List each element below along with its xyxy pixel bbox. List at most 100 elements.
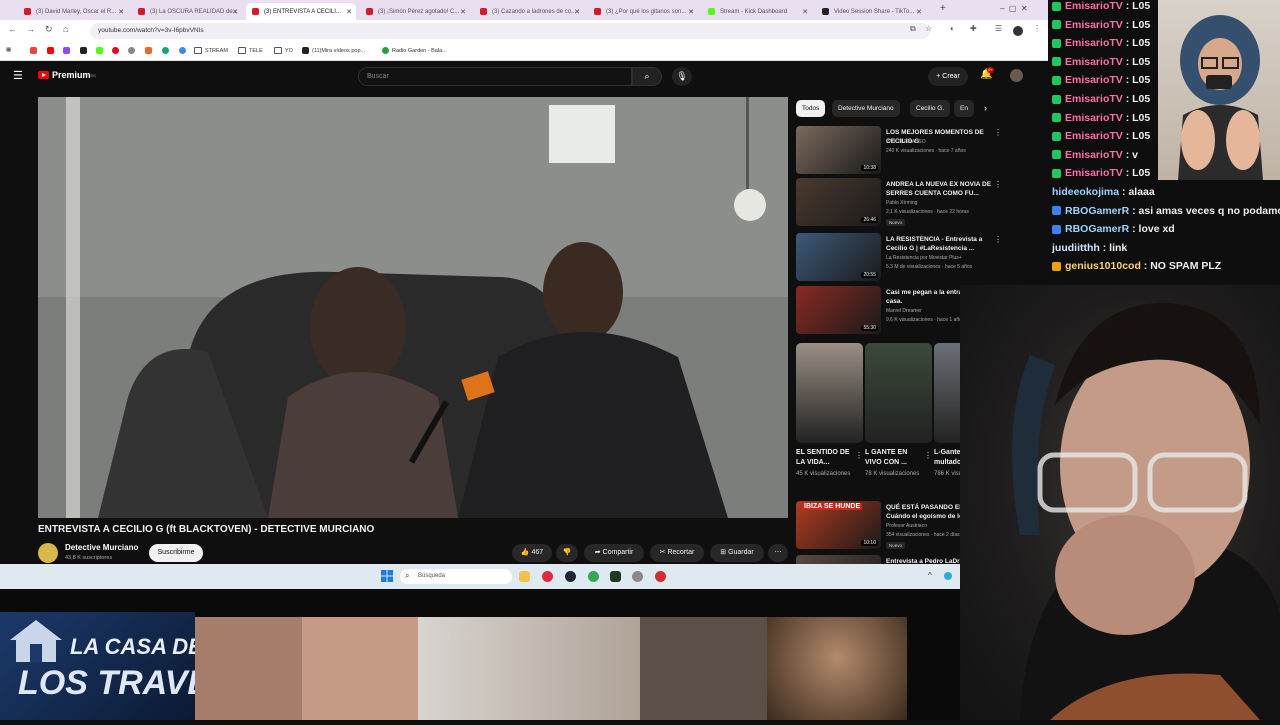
extensions-puzzle-icon[interactable]: ✚ bbox=[970, 24, 977, 33]
search-button[interactable]: ⌕ bbox=[632, 67, 662, 86]
tab-close-icon[interactable]: ✕ bbox=[688, 8, 694, 16]
tray-chevron-icon[interactable]: ^ bbox=[928, 571, 932, 580]
chat-username[interactable]: EmisarioTV bbox=[1065, 74, 1123, 86]
tab-close-icon[interactable]: ✕ bbox=[802, 8, 808, 16]
app-icon[interactable] bbox=[542, 571, 553, 582]
save-button[interactable]: ⊞ Guardar bbox=[710, 544, 764, 562]
video-thumbnail[interactable]: IBIZA SE HUNDE 10:10 bbox=[796, 501, 881, 549]
forward-icon[interactable]: → bbox=[26, 24, 35, 34]
channel-avatar[interactable] bbox=[38, 543, 58, 563]
share-button[interactable]: ➦ Compartir bbox=[584, 544, 644, 562]
bookmark-icon[interactable] bbox=[128, 47, 135, 54]
chevron-right-icon[interactable]: › bbox=[984, 103, 987, 113]
more-options-icon[interactable]: ⋮ bbox=[994, 128, 1002, 137]
chat-username[interactable]: EmisarioTV bbox=[1065, 149, 1123, 161]
recommended-video[interactable]: 26:46 ANDREA LA NUEVA EX NOVIA DE SERRES … bbox=[796, 178, 1006, 230]
recommended-video[interactable]: 20:55 LA RESISTENCIA - Entrevista a Cecil… bbox=[796, 233, 1006, 283]
chat-username[interactable]: RBOGamerR bbox=[1065, 205, 1129, 217]
steam-icon[interactable] bbox=[565, 571, 576, 582]
bookmark-folder-yo[interactable]: YO bbox=[274, 47, 293, 54]
dislike-button[interactable]: 👎 bbox=[556, 544, 578, 562]
taskbar-search-input[interactable]: Búsqueda bbox=[400, 569, 512, 584]
tray-icon[interactable] bbox=[944, 572, 952, 580]
more-options-icon[interactable]: ⋮ bbox=[924, 451, 932, 460]
bookmark-item[interactable]: (11)Mira vídeos pop... bbox=[302, 47, 365, 54]
short-thumbnail[interactable] bbox=[865, 343, 932, 443]
chip-cecilio-g[interactable]: Cecilio G. bbox=[910, 100, 951, 117]
windows-start-icon[interactable] bbox=[381, 570, 393, 582]
recommended-channel[interactable]: Profesor Austriaco bbox=[886, 523, 927, 529]
new-tab-button[interactable]: + bbox=[940, 3, 946, 14]
chat-username[interactable]: EmisarioTV bbox=[1065, 167, 1123, 179]
chat-username[interactable]: hideeokojima bbox=[1052, 186, 1119, 198]
chat-username[interactable]: EmisarioTV bbox=[1065, 130, 1123, 142]
apps-icon[interactable]: ▦ bbox=[6, 47, 11, 53]
chat-username[interactable]: juudiitthh bbox=[1052, 242, 1100, 254]
recommended-channel[interactable]: La Resistencia por Movistar Plus+ bbox=[886, 255, 962, 261]
short-title[interactable]: EL SENTIDO DE LA VIDA... bbox=[796, 448, 852, 468]
twitch-icon[interactable] bbox=[63, 47, 70, 54]
reload-icon[interactable]: ↻ bbox=[45, 24, 53, 35]
app-icon[interactable] bbox=[655, 571, 666, 582]
chat-username[interactable]: EmisarioTV bbox=[1065, 0, 1123, 12]
account-avatar[interactable] bbox=[1010, 69, 1023, 82]
chip-detective-murciano[interactable]: Detective Murciano bbox=[832, 100, 900, 117]
tab-close-icon[interactable]: ✕ bbox=[232, 8, 238, 16]
bookmark-folder-stream[interactable]: STREAM bbox=[194, 47, 228, 54]
hamburger-menu-icon[interactable]: ☰ bbox=[13, 69, 23, 82]
subscribe-button[interactable]: Suscribirme bbox=[149, 544, 203, 562]
recommended-channel[interactable]: Marvel Dreamer bbox=[886, 308, 922, 314]
more-options-icon[interactable]: ⋮ bbox=[855, 451, 863, 460]
browser-tab[interactable]: (3) ENTREVISTA A CECILI... ✕ bbox=[246, 3, 356, 20]
x-icon[interactable] bbox=[80, 47, 87, 54]
chat-username[interactable]: EmisarioTV bbox=[1065, 37, 1123, 49]
back-icon[interactable]: ← bbox=[8, 24, 17, 34]
video-thumbnail[interactable]: 10:38 bbox=[796, 126, 881, 174]
settings-gear-icon[interactable] bbox=[632, 571, 643, 582]
create-button[interactable]: + Crear bbox=[928, 67, 968, 86]
recommended-video[interactable]: 10:38 LOS MEJORES MOMENTOS DE CECILIO G PA… bbox=[796, 126, 1006, 176]
chat-username[interactable]: EmisarioTV bbox=[1065, 93, 1123, 105]
short-video[interactable]: L GANTE EN VIVO CON ... 78 K visualizacio… bbox=[865, 343, 932, 478]
youtube-logo[interactable]: Premium ES bbox=[38, 70, 96, 80]
recommended-channel[interactable]: PABLO PIKASSO bbox=[886, 139, 926, 145]
browser-tab[interactable]: (3) ¿Por qué los gitanos son... ✕ bbox=[588, 3, 698, 20]
pinterest-icon[interactable] bbox=[112, 47, 119, 54]
bookmark-star-icon[interactable]: ☆ bbox=[925, 24, 932, 33]
chip-en[interactable]: En bbox=[954, 100, 974, 117]
video-thumbnail[interactable]: 20:55 bbox=[796, 233, 881, 281]
channel-name[interactable]: Detective Murciano bbox=[65, 543, 138, 552]
tab-close-icon[interactable]: ✕ bbox=[574, 8, 580, 16]
tab-close-icon[interactable]: ✕ bbox=[346, 8, 352, 16]
tab-close-icon[interactable]: ✕ bbox=[916, 8, 922, 16]
install-icon[interactable]: ⧉ bbox=[910, 24, 916, 34]
chat-username[interactable]: EmisarioTV bbox=[1065, 19, 1123, 31]
bookmark-icon[interactable] bbox=[145, 47, 152, 54]
menu-icon[interactable]: ⋮ bbox=[1033, 24, 1041, 33]
app-icon[interactable] bbox=[610, 571, 621, 582]
more-options-icon[interactable]: ⋮ bbox=[994, 180, 1002, 189]
tab-close-icon[interactable]: ✕ bbox=[118, 8, 124, 16]
more-actions-button[interactable]: ⋯ bbox=[768, 544, 788, 562]
browser-tab[interactable]: (3) ¡Simón Pérez agotado! C... ✕ bbox=[360, 3, 470, 20]
short-thumbnail[interactable] bbox=[796, 343, 863, 443]
video-thumbnail[interactable]: 26:46 bbox=[796, 178, 881, 226]
extension-icon[interactable]: ◐ bbox=[950, 24, 955, 33]
browser-tab[interactable]: (3) Cazando a ladrones de co... ✕ bbox=[474, 3, 584, 20]
bookmark-icon[interactable] bbox=[30, 47, 37, 54]
like-button[interactable]: 👍 467 bbox=[512, 544, 552, 562]
clip-button[interactable]: ✂ Recortar bbox=[650, 544, 704, 562]
bookmark-folder-tele[interactable]: TELE bbox=[238, 47, 263, 54]
recommended-title[interactable]: LA RESISTENCIA - Entrevista a Cecilio G … bbox=[886, 235, 992, 253]
browser-tab[interactable]: Stream - Kick Dashboard ✕ bbox=[702, 3, 812, 20]
chat-username[interactable]: RBOGamerR bbox=[1065, 223, 1129, 235]
sidebar-icon[interactable]: ☰ bbox=[995, 24, 1002, 33]
bookmark-item[interactable]: Radio Garden - Bala... bbox=[382, 47, 447, 54]
chat-username[interactable]: genius1010cod bbox=[1065, 260, 1141, 272]
search-input[interactable]: Buscar bbox=[358, 67, 632, 86]
window-controls[interactable]: – ▢ ✕ bbox=[1000, 4, 1028, 13]
browser-tab[interactable]: Video Session Share - TikTo... ✕ bbox=[816, 3, 926, 20]
more-options-icon[interactable]: ⋮ bbox=[994, 235, 1002, 244]
chatgpt-icon[interactable] bbox=[162, 47, 169, 54]
profile-avatar[interactable] bbox=[1013, 26, 1023, 36]
